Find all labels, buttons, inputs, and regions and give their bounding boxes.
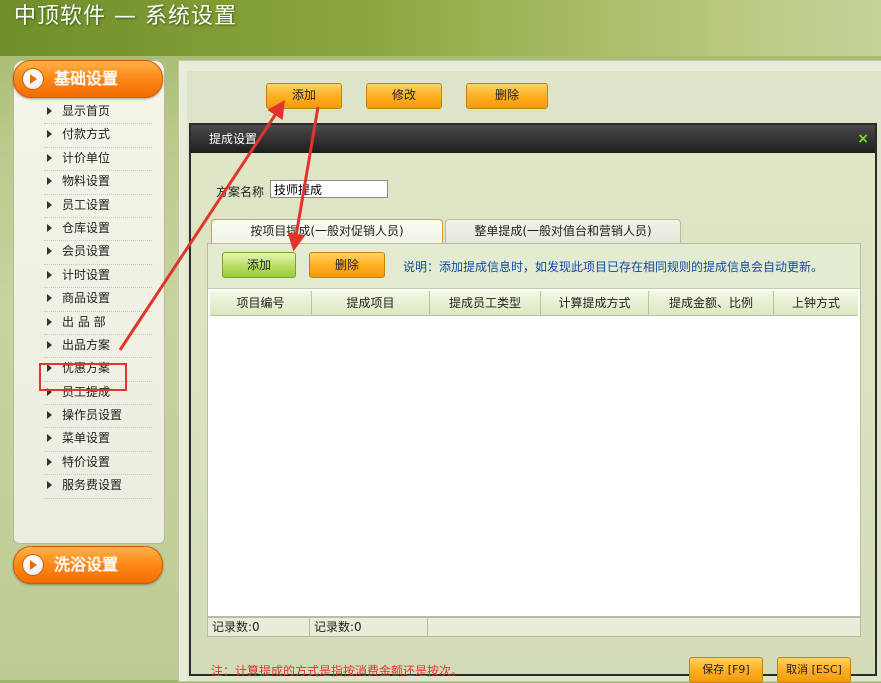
- arrow-right-icon: [47, 247, 52, 256]
- save-button[interactable]: 保存 [F9]: [689, 657, 763, 683]
- dialog-body: 方案名称 按项目提成(一般对促销人员) 整单提成(一般对值台和营销人员) 添加 …: [191, 153, 875, 683]
- record-count-1: 记录数:0: [208, 618, 310, 636]
- arrow-right-icon: [47, 107, 52, 115]
- tab-whole-order[interactable]: 整单提成(一般对值台和营销人员): [445, 219, 681, 243]
- column-item[interactable]: 提成项目: [312, 291, 430, 315]
- sidebar-item-timing[interactable]: 计时设置: [44, 265, 152, 289]
- column-calc-method[interactable]: 计算提成方式: [541, 291, 649, 315]
- dialog-toolbar: 添加 删除 说明：添加提成信息时，如发现此项目已存在相同规则的提成信息会自动更新…: [208, 244, 860, 289]
- arrow-right-icon: [47, 457, 52, 466]
- sidebar: 显示首页 付款方式 计价单位 物料设置 员工设置 仓库设置 会员设置 计时设置 …: [13, 60, 165, 544]
- sidebar-item-output-scheme[interactable]: 出品方案: [44, 335, 152, 359]
- sidebar-item-warehouse[interactable]: 仓库设置: [44, 218, 152, 242]
- note-text: 注：计算提成的方式是指按消费金额还是按次。: [211, 664, 464, 678]
- sidebar-item-home[interactable]: 显示首页: [44, 101, 152, 125]
- column-clock-method[interactable]: 上钟方式: [774, 291, 858, 315]
- arrow-right-icon: [47, 200, 52, 209]
- sidebar-item-special-price[interactable]: 特价设置: [44, 452, 152, 476]
- play-circle-icon: [22, 554, 44, 576]
- column-staff-type[interactable]: 提成员工类型: [430, 291, 541, 315]
- table-header: 项目编号 提成项目 提成员工类型 计算提成方式 提成金额、比例 上钟方式: [210, 291, 858, 316]
- sidebar-item-menu[interactable]: 菜单设置: [44, 428, 152, 452]
- hint-text: 说明：添加提成信息时，如发现此项目已存在相同规则的提成信息会自动更新。: [403, 260, 824, 274]
- arrow-right-icon: [47, 223, 52, 232]
- section-basic-settings[interactable]: 基础设置: [13, 60, 163, 98]
- arrow-right-icon: [47, 294, 52, 303]
- scheme-name-label: 方案名称: [216, 185, 265, 199]
- arrow-right-icon: [47, 434, 52, 443]
- arrow-right-icon: [47, 130, 52, 139]
- app-title: 中顶软件 — 系统设置: [14, 4, 237, 29]
- arrow-right-icon: [47, 481, 52, 490]
- sidebar-item-member[interactable]: 会员设置: [44, 241, 152, 265]
- dialog-delete-button[interactable]: 删除: [309, 252, 385, 278]
- status-bar: 记录数:0 记录数:0: [207, 617, 861, 637]
- sidebar-item-staff[interactable]: 员工设置: [44, 195, 152, 218]
- tab-by-item[interactable]: 按项目提成(一般对促销人员): [211, 219, 443, 243]
- arrow-right-icon: [47, 153, 52, 162]
- scheme-name-input[interactable]: [270, 180, 388, 198]
- sidebar-menu: 显示首页 付款方式 计价单位 物料设置 员工设置 仓库设置 会员设置 计时设置 …: [44, 101, 152, 499]
- close-icon[interactable]: ×: [857, 125, 869, 153]
- play-circle-icon: [22, 68, 44, 90]
- dialog-titlebar: 提成设置 ×: [191, 125, 875, 153]
- sidebar-item-material[interactable]: 物料设置: [44, 171, 152, 195]
- section-bath-settings[interactable]: 洗浴设置: [13, 546, 163, 584]
- add-button[interactable]: 添加: [266, 83, 342, 109]
- commission-dialog: 提成设置 × 方案名称 按项目提成(一般对促销人员) 整单提成(一般对值台和营销…: [189, 123, 877, 683]
- sidebar-item-goods[interactable]: 商品设置: [44, 288, 152, 312]
- arrow-right-icon: [47, 177, 52, 186]
- edit-button[interactable]: 修改: [366, 83, 442, 109]
- sidebar-item-output-dept[interactable]: 出 品 部: [44, 312, 152, 335]
- sidebar-item-payment[interactable]: 付款方式: [44, 124, 152, 148]
- delete-button[interactable]: 删除: [466, 83, 548, 109]
- column-item-code[interactable]: 项目编号: [210, 291, 312, 315]
- arrow-right-icon: [47, 317, 52, 326]
- tab-panel: 添加 删除 说明：添加提成信息时，如发现此项目已存在相同规则的提成信息会自动更新…: [207, 243, 861, 617]
- arrow-right-icon: [47, 340, 52, 349]
- dialog-title: 提成设置: [209, 132, 258, 146]
- record-count-2: 记录数:0: [310, 618, 428, 636]
- dialog-add-button[interactable]: 添加: [222, 252, 296, 278]
- sidebar-item-operator[interactable]: 操作员设置: [44, 405, 152, 429]
- arrow-right-icon: [47, 270, 52, 279]
- cancel-button[interactable]: 取消 [ESC]: [777, 657, 851, 683]
- sidebar-item-unit[interactable]: 计价单位: [44, 148, 152, 172]
- highlight-box: [39, 363, 127, 391]
- column-amount-ratio[interactable]: 提成金额、比例: [649, 291, 774, 315]
- arrow-right-icon: [47, 411, 52, 420]
- sidebar-item-service-fee[interactable]: 服务费设置: [44, 475, 152, 499]
